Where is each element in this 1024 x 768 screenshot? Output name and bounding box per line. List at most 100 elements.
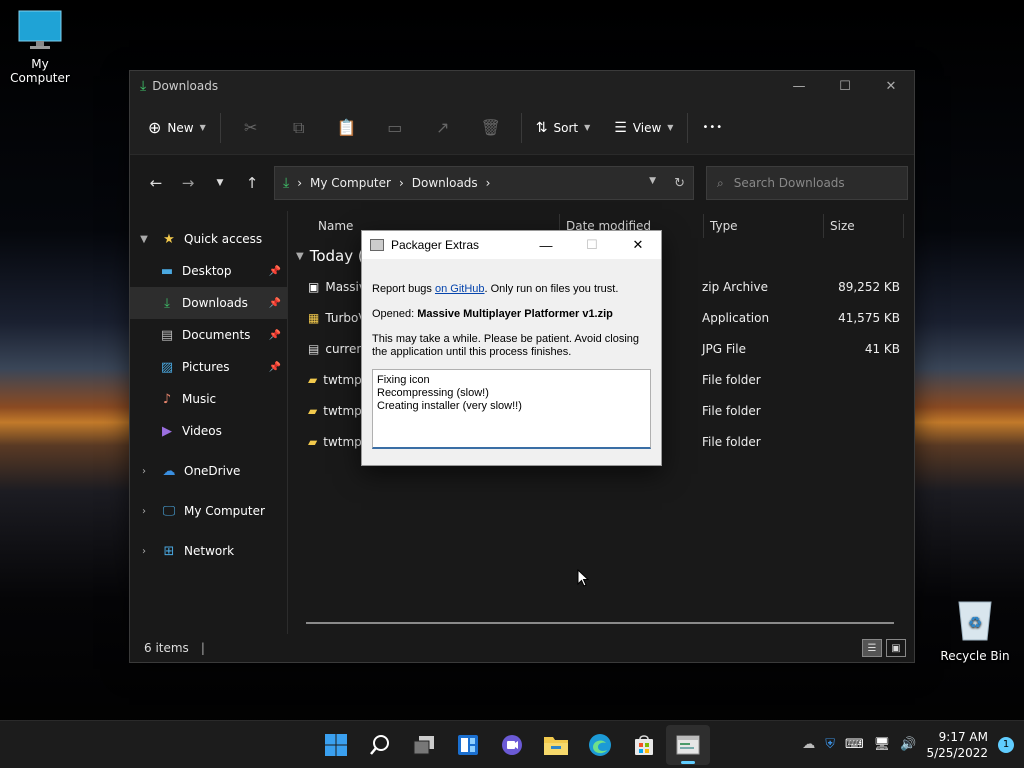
desktop-icon-recycle-bin[interactable]: ♻ Recycle Bin <box>935 598 1015 663</box>
opened-file-text: Opened: Massive Multiplayer Platformer v… <box>372 308 613 320</box>
cut-icon[interactable]: ✂ <box>227 111 275 145</box>
maximize-button[interactable]: ☐ <box>822 71 868 101</box>
desktop-icon-my-computer[interactable]: My Computer <box>0 10 80 85</box>
forward-arrow-icon[interactable]: → <box>172 167 204 199</box>
toolbar-divider <box>687 112 689 143</box>
recent-locations-chevron-icon[interactable]: ▼ <box>204 167 236 199</box>
dialog-maximize-button: ☐ <box>586 237 598 252</box>
window-title: Downloads <box>152 79 219 93</box>
chat-button[interactable] <box>490 725 534 765</box>
dialog-close-button[interactable]: ✕ <box>615 231 661 259</box>
monitor-icon: 🖵 <box>162 503 176 519</box>
network-icon[interactable]: 🖥 <box>874 737 891 752</box>
minimize-button[interactable]: — <box>776 71 822 101</box>
pin-icon: 📌 <box>268 361 281 373</box>
address-bar[interactable]: ⤓ › My Computer › Downloads › ▼ ↻ <box>274 166 694 200</box>
store-button[interactable] <box>622 725 666 765</box>
notification-badge[interactable]: 1 <box>998 736 1014 753</box>
nav-item-quick-access[interactable]: ▼ ★ Quick access <box>130 223 287 255</box>
star-icon: ★ <box>163 231 175 247</box>
navigation-row: ← → ▼ ↑ ⤓ › My Computer › Downloads › ▼ … <box>130 155 914 211</box>
app-window-icon <box>676 735 700 754</box>
breadcrumb-separator-icon: › <box>398 176 404 190</box>
dialog-minimize-button[interactable]: — <box>523 231 569 259</box>
view-button[interactable]: ☰ View ▼ <box>606 111 681 145</box>
address-history-chevron-icon[interactable]: ▼ <box>649 176 656 191</box>
expand-chevron-icon[interactable]: ▼ <box>130 234 158 245</box>
nav-item-network[interactable]: › ⊞ Network <box>130 535 287 567</box>
file-explorer-taskbar-button[interactable] <box>534 725 578 765</box>
progress-log-textbox[interactable]: Fixing icon Recompressing (slow!) Creati… <box>372 369 651 449</box>
dialog-title: Packager Extras <box>391 238 480 252</box>
folder-icon <box>544 736 568 755</box>
breadcrumb-my-computer[interactable]: My Computer <box>310 176 391 190</box>
onedrive-offline-icon[interactable]: ☁ <box>802 737 815 752</box>
up-arrow-icon[interactable]: ↑ <box>236 167 268 199</box>
edge-button[interactable] <box>578 725 622 765</box>
chevron-down-icon: ▼ <box>667 123 674 132</box>
windows-logo-icon <box>325 733 347 756</box>
status-bar: 6 items | ☰ ▣ <box>130 634 914 662</box>
log-line: Recompressing (slow!) <box>377 387 489 399</box>
taskbar-search-button[interactable] <box>358 725 402 765</box>
search-icon: ⌕ <box>717 175 724 190</box>
security-shield-icon[interactable]: ⛨ <box>825 737 835 752</box>
details-view-icon[interactable]: ☰ <box>862 639 882 657</box>
item-count: 6 items <box>144 641 189 655</box>
network-icon: ⊞ <box>163 543 175 559</box>
expand-chevron-icon[interactable]: › <box>130 466 158 477</box>
refresh-icon[interactable]: ↻ <box>674 176 685 191</box>
column-header-type[interactable]: Type <box>704 214 824 238</box>
github-link[interactable]: on GitHub <box>435 283 485 295</box>
nav-item-music[interactable]: ♪ Music <box>130 383 287 415</box>
copy-icon[interactable]: ⧉ <box>275 111 323 145</box>
clock-date: 5/25/2022 <box>926 745 988 760</box>
widgets-button[interactable] <box>446 725 490 765</box>
folder-icon: ▰ <box>308 434 318 449</box>
navigation-pane: ▼ ★ Quick access ▬ Desktop 📌 ⤓ Downloads… <box>130 211 288 634</box>
more-options-button[interactable]: ••• <box>694 111 731 145</box>
desktop-icon-label: Recycle Bin <box>940 649 1010 663</box>
application-icon: ▦ <box>308 310 320 325</box>
expand-chevron-icon[interactable]: › <box>130 506 158 517</box>
horizontal-scrollbar[interactable] <box>306 622 894 624</box>
title-bar[interactable]: ⤓ Downloads — ☐ ✕ <box>130 71 914 101</box>
app-window-icon <box>370 239 384 251</box>
new-button[interactable]: ⊕ New ▼ <box>140 111 214 145</box>
search-input[interactable]: ⌕ Search Downloads <box>706 166 908 200</box>
command-bar: ⊕ New ▼ ✂ ⧉ 📋 ▭ ↗ 🗑 ⇅ Sort ▼ ☰ View ▼ ••… <box>130 101 914 155</box>
volume-icon[interactable]: 🔊 <box>900 737 916 752</box>
nav-item-videos[interactable]: ▶ Videos <box>130 415 287 447</box>
nav-item-onedrive[interactable]: › ☁ OneDrive <box>130 455 287 487</box>
nav-item-my-computer[interactable]: › 🖵 My Computer <box>130 495 287 527</box>
column-header-size[interactable]: Size <box>824 214 904 238</box>
packager-taskbar-button[interactable] <box>666 724 710 765</box>
task-view-button[interactable] <box>402 725 446 765</box>
nav-item-documents[interactable]: ▤ Documents 📌 <box>130 319 287 351</box>
nav-item-downloads[interactable]: ⤓ Downloads 📌 <box>130 287 287 319</box>
image-file-icon: ▤ <box>308 341 320 356</box>
close-button[interactable]: ✕ <box>868 71 914 101</box>
delete-icon[interactable]: 🗑 <box>467 111 515 145</box>
large-icons-view-icon[interactable]: ▣ <box>886 639 906 657</box>
document-icon: ▤ <box>160 327 174 343</box>
rename-icon[interactable]: ▭ <box>371 111 419 145</box>
system-tray: ☁ ⛨ ⌨ 🖥 🔊 9:17 AM 5/25/2022 1 <box>802 729 1014 761</box>
paste-icon[interactable]: 📋 <box>323 111 371 145</box>
share-icon[interactable]: ↗ <box>419 111 467 145</box>
sort-button[interactable]: ⇅ Sort ▼ <box>528 111 599 145</box>
edge-browser-icon <box>589 733 611 756</box>
start-button[interactable] <box>314 725 358 765</box>
nav-item-pictures[interactable]: ▨ Pictures 📌 <box>130 351 287 383</box>
expand-chevron-icon[interactable]: › <box>130 546 158 557</box>
nav-item-desktop[interactable]: ▬ Desktop 📌 <box>130 255 287 287</box>
dialog-title-bar[interactable]: Packager Extras — ☐ ✕ <box>362 231 661 259</box>
breadcrumb-downloads[interactable]: Downloads <box>412 176 478 190</box>
back-arrow-icon[interactable]: ← <box>140 167 172 199</box>
log-line: Creating installer (very slow!!) <box>377 400 522 412</box>
clock[interactable]: 9:17 AM 5/25/2022 <box>926 729 988 761</box>
task-view-icon <box>413 735 434 754</box>
keyboard-icon[interactable]: ⌨ <box>845 737 864 752</box>
chevron-down-icon: ▼ <box>584 123 591 132</box>
breadcrumb-separator-icon: › <box>297 176 303 190</box>
